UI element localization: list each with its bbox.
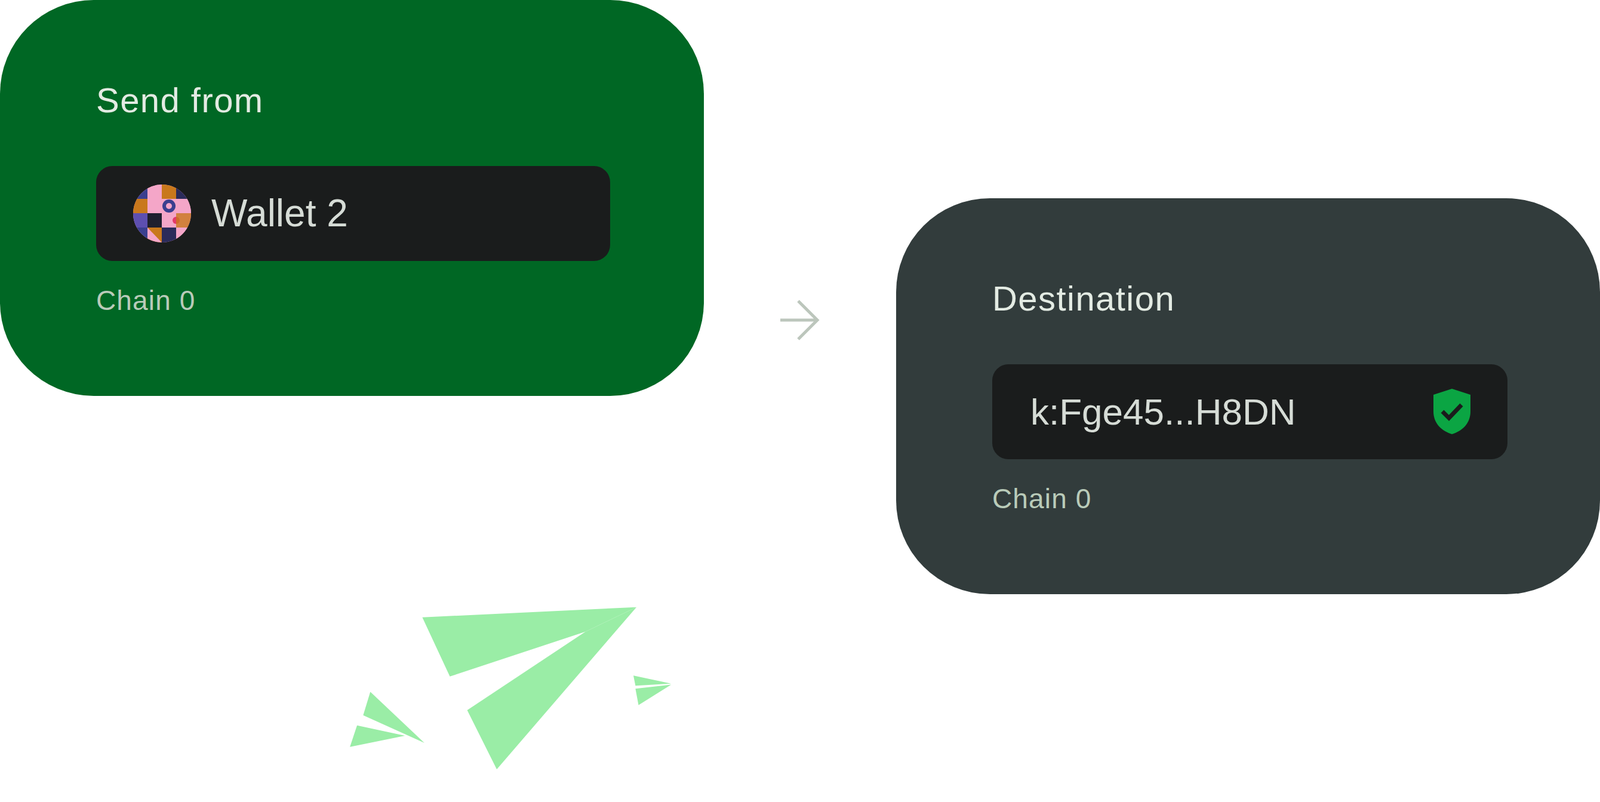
wallet-avatar-icon xyxy=(133,184,192,243)
destination-card: Destination k:Fge45...H8DN Chain 0 xyxy=(896,198,1600,595)
verified-shield-icon xyxy=(1432,387,1472,436)
destination-title: Destination xyxy=(992,279,1511,318)
wallet-field[interactable]: Wallet 2 xyxy=(96,165,611,261)
source-card: Send from xyxy=(0,0,704,396)
transfer-canvas: Send from xyxy=(0,0,1600,802)
destination-field[interactable]: k:Fge45...H8DN xyxy=(992,364,1508,460)
paper-plane-icon xyxy=(349,605,673,771)
source-chain: Chain 0 xyxy=(96,284,611,317)
destination-account: k:Fge45...H8DN xyxy=(1030,390,1297,433)
source-title: Send from xyxy=(96,81,611,120)
wallet-name: Wallet 2 xyxy=(211,191,349,236)
arrow-right-icon xyxy=(779,299,820,341)
destination-chain: Chain 0 xyxy=(992,482,1511,515)
